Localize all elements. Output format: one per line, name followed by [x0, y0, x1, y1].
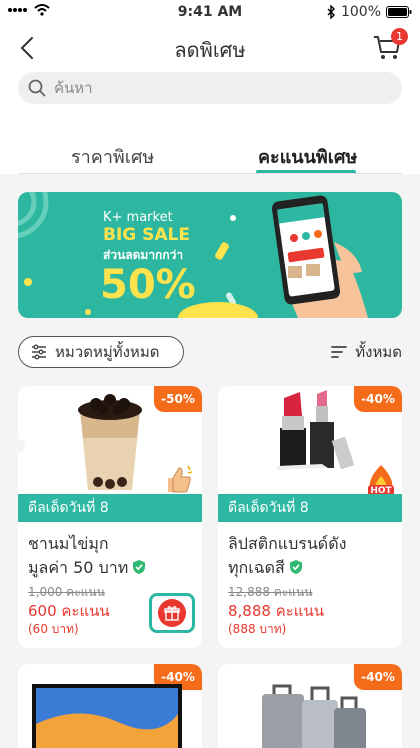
sliders-icon [32, 344, 46, 360]
battery-percent: 100% [340, 4, 381, 20]
filter-row: หมวดหมู่ทั้งหมด ทั้งหมด [18, 336, 402, 368]
search-input[interactable] [54, 79, 374, 97]
tv-illustration [32, 684, 182, 748]
search-bar[interactable] [18, 72, 402, 104]
tab-special-price[interactable]: ราคาพิเศษ [71, 142, 154, 171]
product-name-line2: มูลค่า 50 บาท [28, 556, 198, 580]
page-title: ลดพิเศษ [174, 38, 246, 62]
banner-brand: K+ market [103, 210, 173, 225]
product-card[interactable]: HOT -40% ดีลเด็ดวันที่ 8 ลิปสติกแบรนด์ดั… [218, 386, 402, 648]
gift-icon-wrap [158, 599, 186, 627]
product-card[interactable]: -40% [18, 664, 202, 748]
promo-banner[interactable]: K+ market BIG SALE ส่วนลดมากกว่า 50% [18, 192, 402, 318]
cart-button[interactable]: 1 [372, 28, 408, 62]
thumbs-up-icon [168, 465, 193, 493]
product-name: ลิปสติกแบรนด์ดัง ทุกเฉดสี [228, 532, 398, 580]
product-name-line1: ชานมไข่มุก [28, 534, 109, 553]
product-name-line1: ลิปสติกแบรนด์ดัง [228, 534, 347, 553]
nav-bar: ลดพิเศษ 1 [0, 24, 420, 70]
main-content: K+ market BIG SALE ส่วนลดมากกว่า 50% หมว… [0, 174, 420, 748]
luggage-illustration [262, 684, 366, 748]
verified-shield-icon [133, 560, 146, 574]
deal-label: ดีลเด็ดวันที่ 8 [18, 494, 202, 522]
baht-value: (60 บาท) [28, 622, 79, 636]
product-name-line2-text: มูลค่า 50 บาท [28, 558, 129, 577]
bluetooth-icon [327, 5, 335, 19]
baht-value: (888 บาท) [228, 622, 287, 636]
category-filter-button[interactable]: หมวดหมู่ทั้งหมด [18, 336, 184, 368]
banner-headline: BIG SALE [103, 225, 191, 245]
sort-icon [331, 346, 348, 358]
phone-in-hand-illustration [271, 195, 368, 318]
sort-label: ทั้งหมด [355, 343, 402, 361]
product-name: ชานมไข่มุก มูลค่า 50 บาท [28, 532, 198, 580]
discount-badge: -50% [154, 386, 202, 412]
gift-icon [164, 606, 180, 621]
search-section [0, 70, 420, 114]
product-name-line2-text: ทุกเฉดสี [228, 558, 285, 577]
tab-special-points[interactable]: คะแนนพิเศษ [258, 142, 357, 171]
search-icon [28, 79, 46, 97]
sort-button[interactable]: ทั้งหมด [331, 340, 402, 364]
banner-percent: 50% [100, 262, 196, 308]
category-filter-label: หมวดหมู่ทั้งหมด [55, 343, 160, 361]
product-card[interactable]: -50% ดีลเด็ดวันที่ 8 ชานมไข่มุก มูลค่า 5… [18, 386, 202, 648]
cart-badge: 1 [391, 28, 408, 45]
redeem-gift-button[interactable] [149, 593, 195, 633]
status-right: 100% [326, 4, 412, 20]
battery-icon [386, 6, 412, 18]
product-card[interactable]: -40% [218, 664, 402, 748]
discount-badge: -40% [354, 386, 402, 412]
verified-shield-icon [289, 560, 302, 574]
product-name-line2: ทุกเฉดสี [228, 556, 398, 580]
tab-bar: ราคาพิเศษ คะแนนพิเศษ [0, 114, 420, 174]
status-bar: 9:41 AM 100% [0, 0, 420, 24]
deal-label: ดีลเด็ดวันที่ 8 [218, 494, 402, 522]
